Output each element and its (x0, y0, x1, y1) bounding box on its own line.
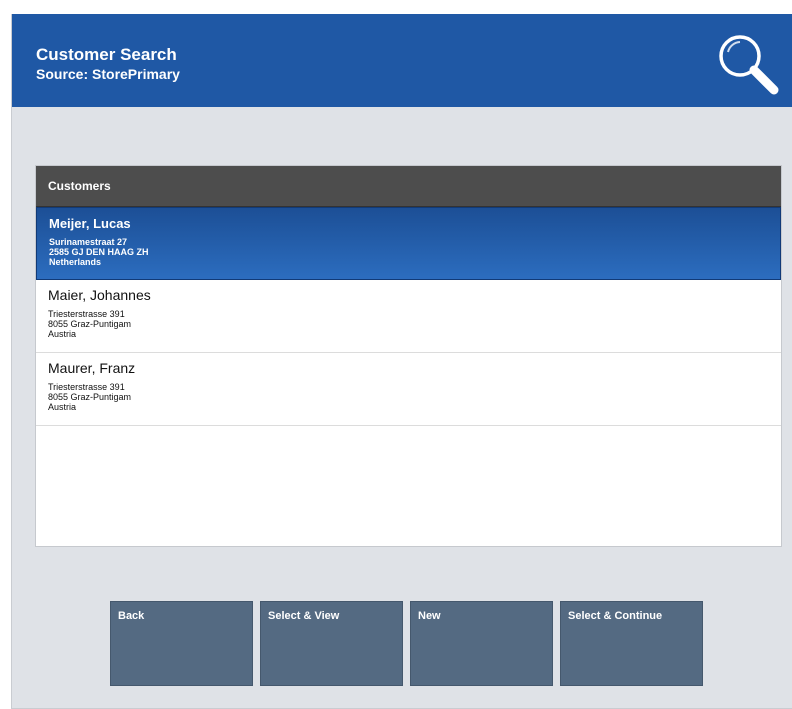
address-line: Austria (48, 329, 77, 339)
address-line: Triesterstrasse 391 (48, 309, 125, 319)
customer-name: Maurer, Franz (48, 360, 136, 376)
list-header: Customers (36, 166, 781, 207)
address-line: Netherlands (49, 257, 102, 267)
new-button-label: New (418, 610, 441, 622)
customer-address: Triesterstrasse 391 8055 Graz-Puntigam A… (48, 382, 131, 412)
address-line: Austria (48, 402, 77, 412)
customer-list-panel: Customers Meijer, Lucas Surinamestraat 2… (35, 165, 782, 547)
address-line: 8055 Graz-Puntigam (48, 392, 132, 402)
list-item[interactable]: Meijer, Lucas Surinamestraat 27 2585 GJ … (36, 207, 781, 280)
address-line: Triesterstrasse 391 (48, 382, 125, 392)
select-view-button-label: Select & View (268, 610, 340, 622)
address-line: 8055 Graz-Puntigam (48, 319, 132, 329)
select-continue-button-label: Select & Continue (568, 610, 663, 622)
address-line: Surinamestraat 27 (49, 237, 128, 247)
customer-list: Meijer, Lucas Surinamestraat 27 2585 GJ … (36, 207, 781, 426)
page-subtitle: Source: StorePrimary (36, 66, 180, 82)
back-button-label: Back (118, 610, 145, 622)
select-continue-button[interactable]: Select & Continue (560, 601, 703, 686)
address-line: 2585 GJ DEN HAAG ZH (49, 247, 149, 257)
customer-name: Maier, Johannes (48, 287, 151, 303)
list-header-label: Customers (48, 179, 111, 193)
select-view-button[interactable]: Select & View (260, 601, 403, 686)
customer-name: Meijer, Lucas (49, 216, 131, 231)
new-button[interactable]: New (410, 601, 553, 686)
list-item[interactable]: Maurer, Franz Triesterstrasse 391 8055 G… (36, 353, 781, 426)
list-item[interactable]: Maier, Johannes Triesterstrasse 391 8055… (36, 280, 781, 353)
search-icon[interactable] (714, 30, 784, 100)
app-window: Customer Search Source: StorePrimary Cus… (11, 14, 792, 709)
customer-address: Surinamestraat 27 2585 GJ DEN HAAG ZH Ne… (49, 237, 149, 267)
back-button[interactable]: Back (110, 601, 253, 686)
page-title: Customer Search (36, 45, 177, 64)
customer-address: Triesterstrasse 391 8055 Graz-Puntigam A… (48, 309, 131, 339)
page-header: Customer Search Source: StorePrimary (12, 14, 792, 107)
